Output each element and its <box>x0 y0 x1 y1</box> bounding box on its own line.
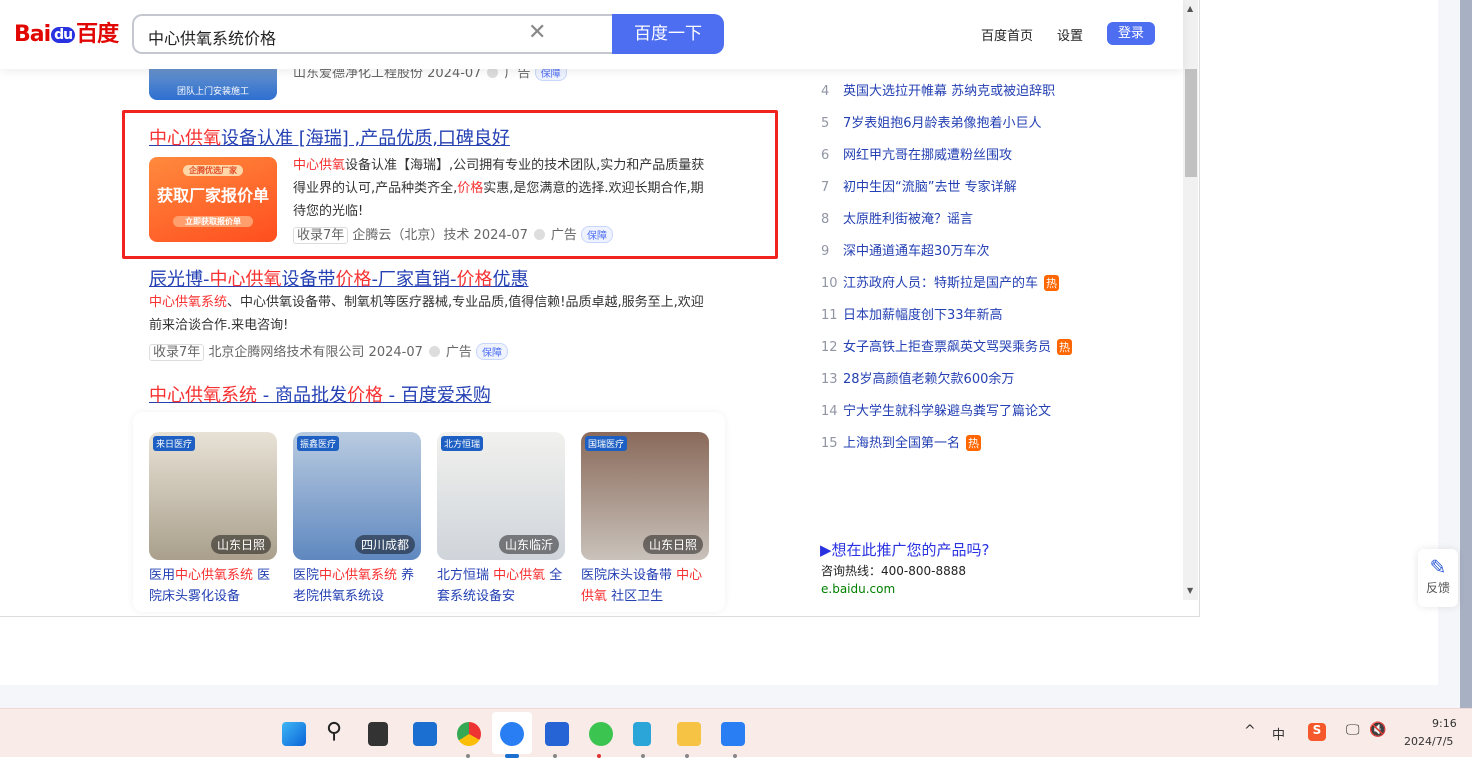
hot-badge: 热 <box>1057 339 1073 355</box>
ad2-description: 中心供氧系统、中心供氧设备带、制氧机等医疗器械,专业品质,值得信赖!品质卓越,服… <box>149 295 704 333</box>
hot-search-item[interactable]: 7 初中生因“流脑”去世 专家详解 <box>821 176 1017 195</box>
hot-search-item[interactable]: 14 宁大学生就科学躲避鸟粪写了篇论文 <box>821 400 1051 419</box>
baidu-home-link[interactable]: 百度首页 <box>981 25 1033 44</box>
wechat-icon[interactable] <box>589 722 613 746</box>
sogou-browser-icon[interactable] <box>500 722 524 746</box>
taskbar: ⚲ ^ 中 S 🖵 🔇 9:16 2024/7/5 <box>0 708 1472 758</box>
hot-search-item[interactable]: 8 太原胜利街被淹？谣言 <box>821 208 973 227</box>
product-card-title[interactable]: 医院床头设备带 中心供氧 社区卫生 <box>581 565 713 607</box>
clear-icon[interactable]: ✕ <box>528 20 546 45</box>
product-card-image[interactable]: 振鑫医疗 四川成都 <box>293 432 421 560</box>
task-view-icon[interactable] <box>368 722 388 746</box>
promo-phone: 咨询热线：400-800-8888 <box>821 564 967 578</box>
ad2-title-link[interactable]: 辰光博-中心供氧设备带价格-厂家直销-价格优惠 <box>149 265 529 291</box>
product-card-title[interactable]: 医用中心供氧系统 医院床头雾化设备 <box>149 565 281 607</box>
baidu-logo[interactable]: Bai du 百度 <box>14 16 119 48</box>
chevron-up-icon[interactable]: ^ <box>1244 723 1256 739</box>
running-dot <box>466 754 470 758</box>
hot-search-item[interactable]: 4 英国大选拉开帷幕 苏纳克或被迫辞职 <box>821 80 1055 99</box>
product-card-image[interactable]: 国瑞医疗 山东日照 <box>581 432 709 560</box>
product-card-title[interactable]: 北方恒瑞 中心供氧 全套系统设备安 <box>437 565 569 607</box>
file-explorer-icon[interactable] <box>677 722 701 746</box>
ime-indicator[interactable]: 中 <box>1272 724 1285 743</box>
hot-search-item[interactable]: 13 28岁高颜值老赖欠款600余万 <box>821 368 1014 387</box>
product-card-title[interactable]: 医院中心供氧系统 养老院供氧系统设 <box>293 565 425 607</box>
search-button[interactable]: 百度一下 <box>612 14 724 54</box>
pencil-icon: ✎ <box>1429 555 1447 579</box>
security-app-icon[interactable] <box>545 722 569 746</box>
outer-scrollbar[interactable] <box>1460 0 1472 708</box>
clock-time[interactable]: 9:16 <box>1432 717 1457 730</box>
volume-muted-icon[interactable]: 🔇 <box>1369 722 1386 738</box>
vendor-badge: 国瑞医疗 <box>585 436 628 451</box>
running-dot <box>685 754 689 758</box>
location-label: 山东日照 <box>642 535 703 554</box>
product-card-image[interactable]: 北方恒瑞 山东临沂 <box>437 432 565 560</box>
vendor-badge: 来日医疗 <box>153 436 196 451</box>
hot-badge: 热 <box>966 435 982 451</box>
hot-badge: 热 <box>1044 275 1060 291</box>
search-header: Bai du 百度 中心供氧系统价格 ✕ 百度一下 百度首页 设置 登录 <box>0 0 1183 69</box>
notepad-icon[interactable] <box>633 722 651 746</box>
settings-link[interactable]: 设置 <box>1057 25 1083 44</box>
hot-search-item[interactable]: 5 7岁表姐抱6月龄表弟像抱着小巨人 <box>821 112 1042 131</box>
clock-date[interactable]: 2024/7/5 <box>1404 735 1453 748</box>
active-indicator <box>505 754 519 758</box>
running-dot <box>733 754 737 758</box>
bottom-gutter <box>0 685 1460 708</box>
ad1-description: 中心供氧设备认准【海瑞】,公司拥有专业的技术团队,实力和产品质量获得业界的认可,… <box>293 158 705 219</box>
hot-search-item[interactable]: 9 深中通道通车超30万车次 <box>821 240 990 259</box>
widgets-icon[interactable] <box>413 722 437 746</box>
hot-search-item[interactable]: 11 日本加薪幅度创下33年新高 <box>821 304 1003 323</box>
location-label: 山东日照 <box>210 535 271 554</box>
hot-search-item[interactable]: 15 上海热到全国第一名热 <box>821 432 982 451</box>
shop-title-link[interactable]: 中心供氧系统 - 商品批发价格 - 百度爱采购 <box>149 381 491 407</box>
running-dot <box>553 754 557 758</box>
ad1-title-link[interactable]: 中心供氧设备认准 [海瑞] ,产品优质,口碑良好 <box>149 124 510 150</box>
feedback-button[interactable]: ✎ 反馈 <box>1418 549 1458 607</box>
running-dot <box>597 754 601 758</box>
start-icon[interactable] <box>282 722 306 746</box>
hot-search-item[interactable]: 12 女子高铁上拒查票飙英文骂哭乘务员热 <box>821 336 1073 355</box>
scroll-down-icon[interactable]: ▼ <box>1187 586 1193 595</box>
promo-site-link[interactable]: e.baidu.com <box>821 582 895 596</box>
promo-link[interactable]: ▶想在此推广您的产品吗? <box>820 539 990 560</box>
login-button[interactable]: 登录 <box>1107 22 1155 45</box>
network-icon[interactable]: 🖵 <box>1346 722 1360 738</box>
location-label: 山东临沂 <box>498 535 559 554</box>
scrollbar-thumb[interactable] <box>1185 69 1197 177</box>
ad1-image[interactable]: 企腾优选厂家 获取厂家报价单 立即获取报价单 <box>149 157 277 242</box>
location-label: 四川成都 <box>354 535 415 554</box>
browser-viewport: 团队上门安装施工 山东爱德净化工程股份 2024-07 广告 保障 中心供氧设备认… <box>0 0 1200 617</box>
product-card-image[interactable]: 来日医疗 山东日照 <box>149 432 277 560</box>
hot-search-item[interactable]: 6 网红甲亢哥在挪威遭粉丝围攻 <box>821 144 1012 163</box>
search-icon[interactable]: ⚲ <box>326 719 342 744</box>
ad2-meta: 收录7年 北京企腾网络技术有限公司 2024-07 广告 保障 <box>149 341 509 361</box>
running-dot <box>641 754 645 758</box>
sogou-ime-icon[interactable]: S <box>1308 723 1326 741</box>
vendor-badge: 北方恒瑞 <box>441 436 484 451</box>
scroll-up-icon[interactable]: ▲ <box>1187 4 1193 13</box>
vendor-badge: 振鑫医疗 <box>297 436 340 451</box>
ad1-meta: 收录7年 企腾云（北京）技术 2024-07 广告 保障 <box>293 224 614 244</box>
add-app-icon[interactable] <box>721 722 745 746</box>
hot-search-item[interactable]: 10 江苏政府人员：特斯拉是国产的车热 <box>821 272 1060 291</box>
chrome-icon[interactable] <box>457 722 481 746</box>
